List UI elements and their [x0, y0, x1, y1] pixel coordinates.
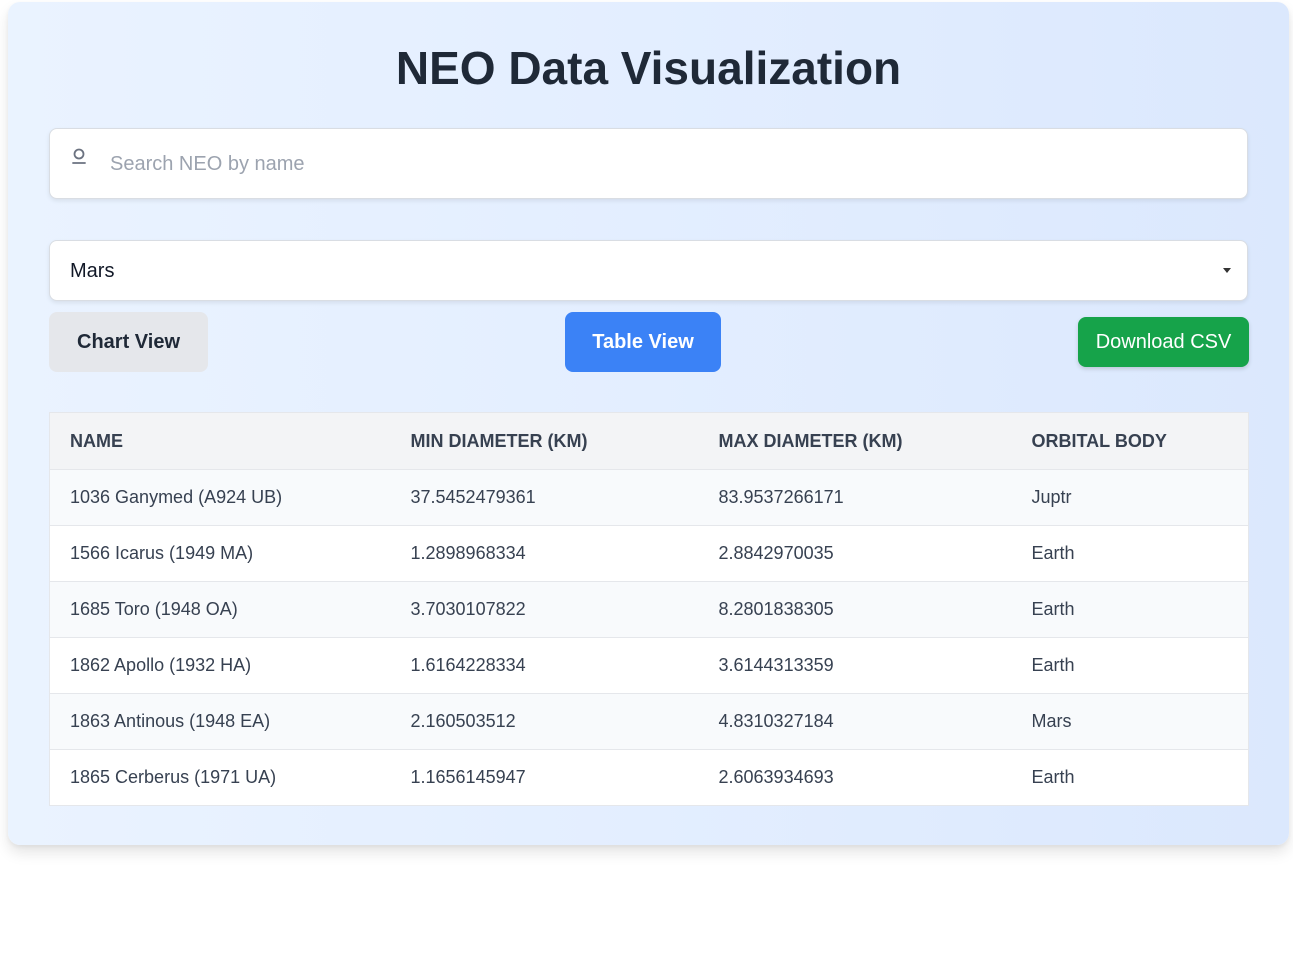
column-header-orbital-body[interactable]: Orbital Body [1011, 412, 1249, 470]
orbital-body-select[interactable]: Mars [49, 240, 1248, 301]
page-title: NEO Data Visualization [395, 42, 902, 94]
select-value: Mars [70, 260, 115, 282]
chevron-down-icon [1223, 268, 1231, 273]
download-csv-button[interactable]: Download CSV [1078, 317, 1249, 367]
cell-name: 1863 Antinous (1948 EA) [49, 693, 391, 750]
chart-view-button[interactable]: Chart View [49, 312, 208, 372]
cell-name: 1685 Toro (1948 OA) [49, 581, 391, 638]
table-row[interactable]: 1863 Antinous (1948 EA) 2.160503512 4.83… [49, 693, 1249, 750]
cell-orbital-body: Earth [1011, 581, 1249, 638]
cell-min-diameter: 1.6164228334 [390, 637, 699, 694]
cell-orbital-body: Juptr [1011, 469, 1249, 526]
table-view-button[interactable]: Table View [565, 312, 721, 372]
cell-max-diameter: 2.6063934693 [698, 749, 1012, 806]
column-header-min-diameter[interactable]: Min Diameter (km) [390, 412, 699, 470]
table-row[interactable]: 1865 Cerberus (1971 UA) 1.1656145947 2.6… [49, 749, 1249, 806]
cell-orbital-body: Earth [1011, 749, 1249, 806]
cell-min-diameter: 2.160503512 [390, 693, 699, 750]
main-card: NEO Data Visualization Mars Chart View T… [8, 2, 1289, 845]
search-input[interactable] [108, 129, 1232, 200]
cell-max-diameter: 8.2801838305 [698, 581, 1012, 638]
cell-name: 1862 Apollo (1932 HA) [49, 637, 391, 694]
cell-name: 1036 Ganymed (A924 UB) [49, 469, 391, 526]
cell-min-diameter: 1.2898968334 [390, 525, 699, 582]
cell-min-diameter: 1.1656145947 [390, 749, 699, 806]
cell-name: 1865 Cerberus (1971 UA) [49, 749, 391, 806]
column-header-name[interactable]: Name [49, 412, 391, 470]
cell-max-diameter: 2.8842970035 [698, 525, 1012, 582]
cell-min-diameter: 37.5452479361 [390, 469, 699, 526]
user-icon [71, 148, 87, 168]
search-box[interactable] [49, 128, 1248, 200]
neo-table: Name Min Diameter (km) Max Diameter (km)… [49, 412, 1249, 806]
table-row[interactable]: 1036 Ganymed (A924 UB) 37.5452479361 83.… [49, 469, 1249, 526]
table-header-row: Name Min Diameter (km) Max Diameter (km)… [49, 412, 1249, 470]
table-row[interactable]: 1685 Toro (1948 OA) 3.7030107822 8.28018… [49, 581, 1249, 638]
column-header-max-diameter[interactable]: Max Diameter (km) [698, 412, 1012, 470]
cell-max-diameter: 4.8310327184 [698, 693, 1012, 750]
cell-max-diameter: 3.6144313359 [698, 637, 1012, 694]
table-row[interactable]: 1862 Apollo (1932 HA) 1.6164228334 3.614… [49, 637, 1249, 694]
cell-min-diameter: 3.7030107822 [390, 581, 699, 638]
cell-max-diameter: 83.9537266171 [698, 469, 1012, 526]
cell-orbital-body: Mars [1011, 693, 1249, 750]
table-row[interactable]: 1566 Icarus (1949 MA) 1.2898968334 2.884… [49, 525, 1249, 582]
cell-orbital-body: Earth [1011, 637, 1249, 694]
cell-name: 1566 Icarus (1949 MA) [49, 525, 391, 582]
cell-orbital-body: Earth [1011, 525, 1249, 582]
